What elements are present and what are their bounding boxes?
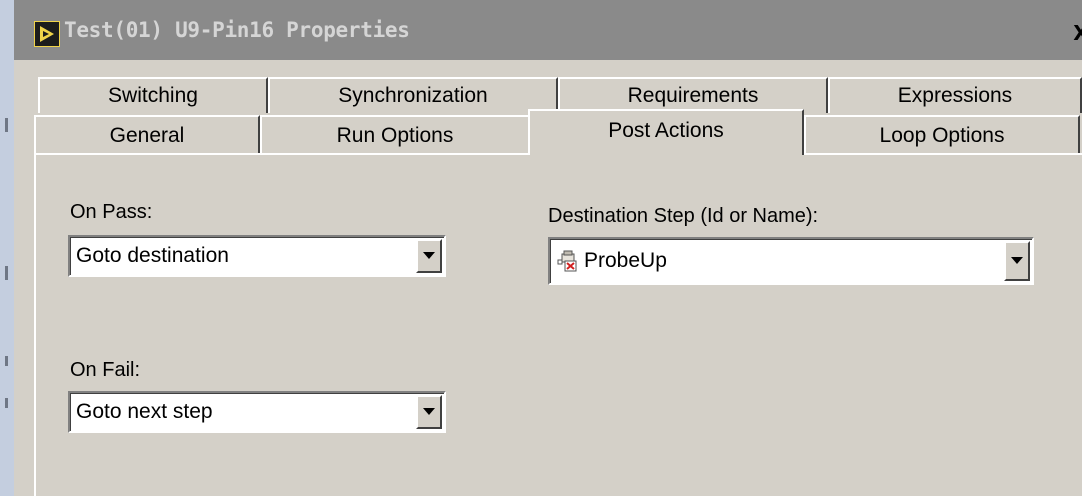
- background-mark: [5, 118, 8, 132]
- on-fail-dropdown[interactable]: Goto next step: [68, 391, 446, 433]
- on-fail-dropdown-button[interactable]: [416, 395, 442, 429]
- chevron-down-icon: [423, 408, 435, 415]
- on-fail-label: On Fail:: [70, 359, 141, 381]
- destination-step-label: Destination Step (Id or Name):: [548, 205, 819, 227]
- tab-loop-options[interactable]: Loop Options: [804, 115, 1080, 155]
- chevron-down-icon: [423, 252, 435, 259]
- teststand-step-icon: [34, 21, 60, 47]
- post-actions-panel: On Pass: Goto destination On Fail: Goto …: [34, 153, 1082, 496]
- background-mark: [5, 266, 8, 280]
- destination-step-value-wrap: ProbeUp: [556, 239, 667, 283]
- background-mark: [5, 356, 8, 366]
- tab-run-options[interactable]: Run Options: [260, 115, 530, 155]
- close-button[interactable]: X: [1070, 20, 1082, 46]
- on-pass-label: On Pass:: [70, 201, 153, 223]
- on-pass-dropdown-button[interactable]: [416, 239, 442, 273]
- tab-general[interactable]: General: [34, 115, 260, 155]
- destination-step-dropdown[interactable]: ProbeUp: [548, 237, 1034, 285]
- on-fail-value: Goto next step: [76, 400, 213, 423]
- background-mark: [5, 398, 8, 408]
- chevron-down-icon: [1011, 257, 1023, 264]
- destination-step-value: ProbeUp: [584, 249, 667, 272]
- on-pass-dropdown[interactable]: Goto destination: [68, 235, 446, 277]
- step-type-icon: [557, 250, 577, 272]
- tab-synchronization[interactable]: Synchronization: [268, 77, 558, 113]
- window-title: Test(01) U9-Pin16 Properties: [64, 18, 410, 42]
- background-strip: [0, 0, 14, 496]
- tab-switching[interactable]: Switching: [38, 77, 268, 113]
- tab-expressions[interactable]: Expressions: [828, 77, 1082, 113]
- destination-step-dropdown-button[interactable]: [1004, 241, 1030, 281]
- title-bar[interactable]: Test(01) U9-Pin16 Properties X: [14, 0, 1082, 60]
- tab-post-actions[interactable]: Post Actions: [528, 109, 804, 155]
- tab-requirements[interactable]: Requirements: [558, 77, 828, 113]
- on-pass-value: Goto destination: [76, 244, 229, 267]
- properties-dialog: Test(01) U9-Pin16 Properties X Switching…: [14, 0, 1082, 496]
